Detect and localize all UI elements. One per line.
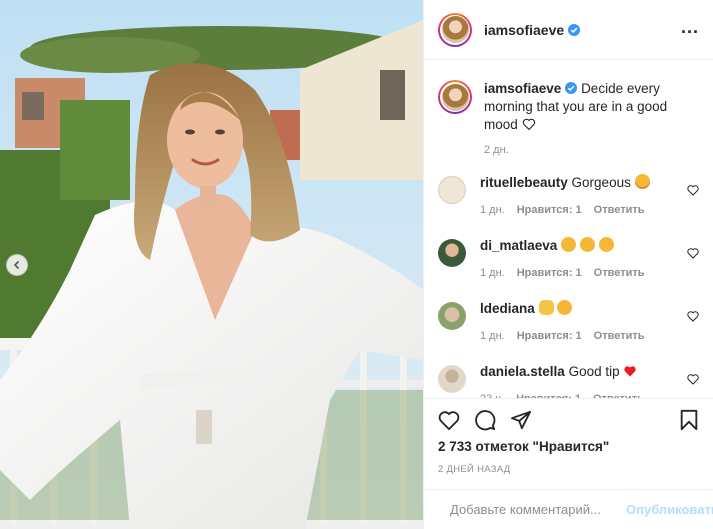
comment-time: 1 дн. bbox=[480, 204, 505, 216]
heart-eyes-emoji-icon bbox=[561, 237, 577, 252]
comment-item: daniela.stella Good tip 23 ч. Нравится: 1… bbox=[438, 363, 699, 398]
post-photo[interactable] bbox=[0, 0, 423, 529]
comment-item: rituellebeauty Gorgeous 1 дн. Нравится: 1… bbox=[438, 174, 699, 219]
like-comment-icon[interactable] bbox=[687, 310, 699, 322]
photo-image bbox=[0, 0, 423, 529]
comment-likes[interactable]: Нравится: 1 bbox=[517, 327, 582, 345]
comments-list: iamsofiaeve Decide every morning that yo… bbox=[424, 60, 713, 398]
commenter-username[interactable]: ldediana bbox=[480, 301, 535, 316]
post-date: 2 ДНЕЙ НАЗАД bbox=[438, 464, 511, 475]
comment-likes[interactable]: Нравится: 1 bbox=[517, 264, 582, 282]
comment-time: 1 дн. bbox=[480, 330, 505, 342]
heart-eyes-emoji-icon bbox=[634, 174, 650, 189]
author-avatar[interactable] bbox=[438, 12, 472, 47]
like-comment-icon[interactable] bbox=[687, 247, 699, 259]
comment-likes[interactable]: Нравится: 1 bbox=[516, 390, 581, 398]
clapping-hands-emoji-icon bbox=[538, 300, 554, 315]
caption-username[interactable]: iamsofiaeve bbox=[484, 81, 578, 96]
previous-photo-button[interactable] bbox=[6, 254, 28, 276]
heart-outline-icon bbox=[522, 118, 535, 131]
heart-eyes-emoji-icon bbox=[557, 300, 573, 315]
commenter-avatar[interactable] bbox=[438, 302, 466, 330]
likes-count[interactable]: 2 733 отметок "Нравится" bbox=[438, 439, 699, 454]
comment-time: 1 дн. bbox=[480, 267, 505, 279]
verified-badge-icon bbox=[565, 82, 578, 94]
reply-button[interactable]: Ответить bbox=[593, 390, 644, 398]
commenter-username[interactable]: di_matlaeva bbox=[480, 238, 557, 253]
reply-button[interactable]: Ответить bbox=[594, 264, 645, 282]
commenter-username[interactable]: daniela.stella bbox=[480, 364, 565, 379]
comment-input[interactable] bbox=[450, 502, 626, 517]
reply-button[interactable]: Ответить bbox=[594, 327, 645, 345]
post-actions: 2 733 отметок "Нравится" 2 ДНЕЙ НАЗАД Оп… bbox=[424, 398, 713, 529]
comment-text: Gorgeous bbox=[571, 175, 631, 190]
like-heart-icon[interactable] bbox=[438, 410, 460, 430]
comment-item: di_matlaeva 1 дн. Нравится: 1 Ответить bbox=[438, 237, 699, 282]
post-header: iamsofiaeve ... bbox=[424, 0, 713, 60]
post-viewer: iamsofiaeve ... iamsofiaeve Decide every… bbox=[0, 0, 713, 529]
heart-eyes-emoji-icon bbox=[579, 237, 595, 252]
verified-badge-icon bbox=[568, 23, 581, 36]
more-options-icon[interactable]: ... bbox=[681, 18, 699, 38]
publish-button[interactable]: Опубликовать bbox=[626, 502, 713, 517]
heart-eyes-emoji-icon bbox=[598, 237, 614, 252]
post-side-panel: iamsofiaeve ... iamsofiaeve Decide every… bbox=[423, 0, 713, 529]
post-caption: iamsofiaeve Decide every morning that yo… bbox=[438, 80, 699, 156]
comment-text: Good tip bbox=[568, 364, 620, 379]
author-username[interactable]: iamsofiaeve bbox=[484, 22, 581, 38]
comment-time: 23 ч. bbox=[480, 390, 504, 398]
comment-likes[interactable]: Нравится: 1 bbox=[517, 201, 582, 219]
commenter-avatar[interactable] bbox=[438, 365, 466, 393]
comment-item: ldediana 1 дн. Нравится: 1 Ответить bbox=[438, 300, 699, 345]
share-paper-plane-icon[interactable] bbox=[510, 410, 532, 430]
add-comment-bar: Опубликовать bbox=[424, 489, 713, 529]
red-heart-emoji-icon bbox=[624, 366, 637, 377]
commenter-avatar[interactable] bbox=[438, 176, 466, 204]
like-comment-icon[interactable] bbox=[687, 184, 699, 196]
reply-button[interactable]: Ответить bbox=[594, 201, 645, 219]
caption-time: 2 дн. bbox=[484, 144, 509, 156]
commenter-username[interactable]: rituellebeauty bbox=[480, 175, 568, 190]
commenter-avatar[interactable] bbox=[438, 239, 466, 267]
like-comment-icon[interactable] bbox=[687, 373, 699, 385]
comment-bubble-icon[interactable] bbox=[474, 409, 496, 431]
caption-author-avatar[interactable] bbox=[438, 80, 472, 114]
save-bookmark-icon[interactable] bbox=[679, 409, 699, 431]
chevron-left-icon bbox=[13, 260, 20, 270]
